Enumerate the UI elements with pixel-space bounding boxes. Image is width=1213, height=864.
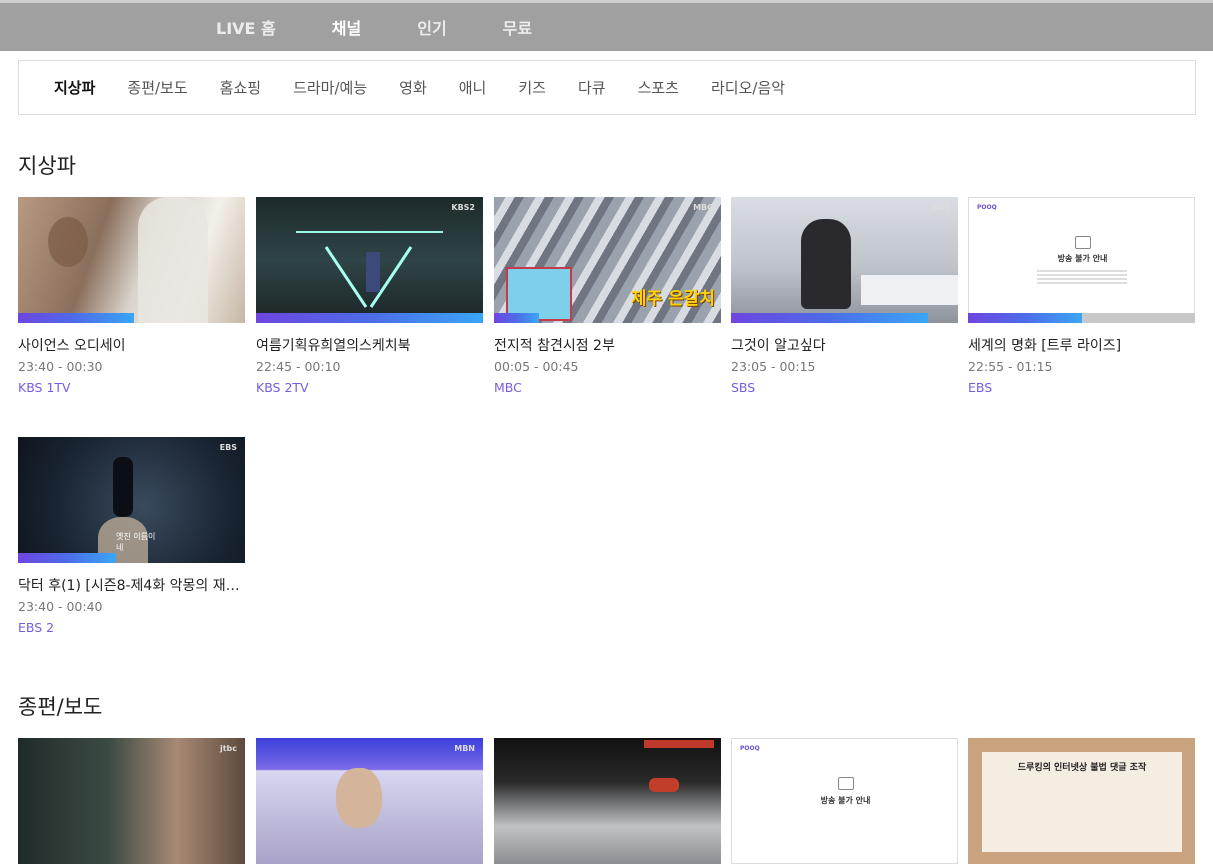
program-thumbnail: 드루킹의 인터넷상 불법 댓글 조작 <box>968 738 1195 864</box>
category-kids[interactable]: 키즈 <box>518 77 546 98</box>
program-thumbnail <box>18 197 245 323</box>
program-title: 닥터 후(1) [시즌8-제4화 악몽의 재… <box>18 578 240 594</box>
channel-card[interactable]: POOQ 방송 불가 안내 세계의 명화 [트루 라이즈] 22:55 - 01… <box>968 197 1195 395</box>
category-home-shopping[interactable]: 홈쇼핑 <box>220 77 261 98</box>
channel-card[interactable]: 사이언스 오디세이 23:40 - 00:30 KBS 1TV <box>18 197 245 395</box>
table-graphic <box>861 275 958 305</box>
progress-bar <box>256 313 483 323</box>
channel-name: EBS 2 <box>18 620 55 635</box>
category-sports[interactable]: 스포츠 <box>638 77 679 98</box>
program-time: 22:45 - 00:10 <box>256 359 341 374</box>
progress-bar <box>18 313 134 323</box>
channel-logo: SBS <box>932 203 950 212</box>
top-navigation-bar: LIVE 홈 채널 인기 무료 <box>0 0 1213 51</box>
program-title: 사이언스 오디세이 <box>18 338 126 354</box>
channel-card[interactable]: SBS 그것이 알고싶다 23:05 - 00:15 SBS <box>731 197 958 395</box>
program-thumbnail: MBN <box>256 738 483 864</box>
channel-logo: EBS <box>219 443 237 452</box>
category-general-news[interactable]: 종편/보도 <box>127 77 187 98</box>
car-graphic <box>649 778 679 792</box>
program-thumbnail: SBS <box>731 197 958 323</box>
category-nav: 지상파 종편/보도 홈쇼핑 드라마/예능 영화 애니 키즈 다큐 스포츠 라디오… <box>18 60 1196 115</box>
tab-channel[interactable]: 채널 <box>332 15 361 39</box>
program-time: 23:40 - 00:40 <box>18 599 103 614</box>
tab-live-home[interactable]: LIVE 홈 <box>216 15 276 39</box>
channel-card[interactable] <box>494 738 721 864</box>
channel-name: KBS 1TV <box>18 380 71 395</box>
tab-popular[interactable]: 인기 <box>417 15 446 39</box>
category-terrestrial[interactable]: 지상파 <box>54 77 95 98</box>
program-thumbnail <box>494 738 721 864</box>
progress-bar <box>494 313 540 323</box>
unavailable-notice: POOQ 방송 불가 안내 <box>731 738 958 864</box>
unavailable-notice: POOQ 방송 불가 안내 <box>968 197 1195 323</box>
channel-logo: MBN <box>454 744 475 753</box>
top-nav: LIVE 홈 채널 인기 무료 <box>216 3 588 51</box>
stage-lights-graphic <box>296 231 443 308</box>
channel-card[interactable]: 제주 은갈치 MBC 전지적 참견시점 2부 00:05 - 00:45 MBC <box>494 197 721 395</box>
program-thumbnail: 제주 은갈치 MBC <box>494 197 721 323</box>
news-ticker <box>644 740 714 748</box>
channel-card[interactable]: POOQ 방송 불가 안내 <box>731 738 958 864</box>
channel-card[interactable]: MBN <box>256 738 483 864</box>
tab-free[interactable]: 무료 <box>503 15 532 39</box>
channel-name: KBS 2TV <box>256 380 309 395</box>
channel-logo: KBS2 <box>451 203 475 212</box>
notice-title: 방송 불가 안내 <box>1057 254 1108 263</box>
pooq-logo: POOQ <box>740 745 760 752</box>
progress-bar <box>18 553 116 563</box>
channel-name: MBC <box>494 380 522 395</box>
channel-card[interactable]: KBS2 여름기획유희열의스케치북 22:45 - 00:10 KBS 2TV <box>256 197 483 395</box>
category-movie[interactable]: 영화 <box>399 77 427 98</box>
channel-card[interactable]: jtbc <box>18 738 245 864</box>
person-silhouette <box>801 219 851 309</box>
program-title: 여름기획유희열의스케치북 <box>256 338 411 354</box>
channel-name: SBS <box>731 380 756 395</box>
subtitle-text: 옛친 이름이네 <box>116 532 156 552</box>
program-thumbnail: 옛친 이름이네 EBS <box>18 437 245 563</box>
program-time: 00:05 - 00:45 <box>494 359 579 374</box>
program-time: 22:55 - 01:15 <box>968 359 1053 374</box>
program-title: 전지적 참견시점 2부 <box>494 338 615 354</box>
board-text: 드루킹의 인터넷상 불법 댓글 조작 <box>1017 763 1147 773</box>
program-thumbnail: KBS2 <box>256 197 483 323</box>
pooq-logo: POOQ <box>977 204 997 211</box>
channel-logo: MBC <box>693 203 713 212</box>
program-thumbnail: POOQ 방송 불가 안내 <box>731 738 958 864</box>
progress-bar <box>968 313 1082 323</box>
category-drama-variety[interactable]: 드라마/예능 <box>293 77 367 98</box>
program-title: 그것이 알고싶다 <box>731 338 826 354</box>
tv-icon <box>1075 236 1091 249</box>
document-board: 드루킹의 인터넷상 불법 댓글 조작 <box>982 752 1182 852</box>
program-title: 세계의 명화 [트루 라이즈] <box>968 338 1122 354</box>
program-time: 23:40 - 00:30 <box>18 359 103 374</box>
figure-silhouette <box>113 457 133 517</box>
program-thumbnail: POOQ 방송 불가 안내 <box>968 197 1195 323</box>
category-documentary[interactable]: 다큐 <box>578 77 606 98</box>
program-time: 23:05 - 00:15 <box>731 359 816 374</box>
channel-name: EBS <box>968 380 993 395</box>
section-title-general-news: 종편/보도 <box>18 695 103 719</box>
channel-card[interactable]: 옛친 이름이네 EBS 닥터 후(1) [시즌8-제4화 악몽의 재… 23:4… <box>18 437 245 635</box>
category-animation[interactable]: 애니 <box>459 77 487 98</box>
progress-bar <box>731 313 929 323</box>
section-title-terrestrial: 지상파 <box>18 154 76 178</box>
notice-title: 방송 불가 안내 <box>820 796 871 805</box>
caption-text: 제주 은갈치 <box>630 289 715 309</box>
category-radio-music[interactable]: 라디오/음악 <box>711 77 785 98</box>
channel-logo: jtbc <box>219 744 237 753</box>
channel-card[interactable]: 드루킹의 인터넷상 불법 댓글 조작 <box>968 738 1195 864</box>
program-thumbnail: jtbc <box>18 738 245 864</box>
tv-icon <box>838 777 854 790</box>
person-face <box>336 768 382 828</box>
